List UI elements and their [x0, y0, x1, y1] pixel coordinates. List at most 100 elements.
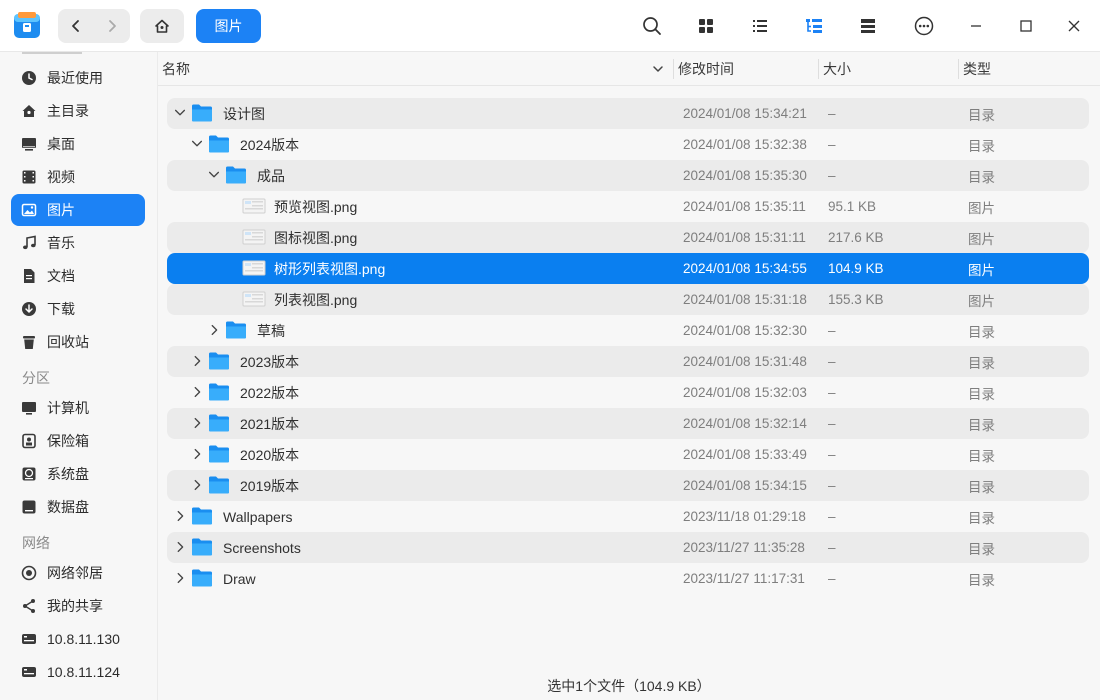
sidebar-item-label: 我的共享 — [47, 598, 103, 614]
file-type: 目录 — [968, 417, 995, 433]
tree-row-folder[interactable]: 2022版本 2024/01/08 15:32:03 – 目录 — [167, 377, 1089, 408]
sort-chevron-down-icon[interactable] — [652, 52, 664, 86]
tree-row-folder[interactable]: 成品 2024/01/08 15:35:30 – 目录 — [167, 160, 1089, 191]
file-modified-time: 2024/01/08 15:31:18 — [683, 292, 807, 307]
chevron-right-icon[interactable] — [189, 415, 205, 431]
sidebar-item-vault[interactable]: 保险箱 — [11, 425, 145, 457]
file-name: 2024版本 — [240, 136, 300, 153]
sidebar-item-system-disk[interactable]: 系统盘 — [11, 458, 145, 490]
forward-button[interactable] — [94, 9, 130, 43]
sidebar-item-label: 音乐 — [47, 235, 75, 251]
file-type: 目录 — [968, 510, 995, 526]
column-divider[interactable] — [818, 59, 819, 79]
file-size: – — [828, 416, 836, 431]
file-modified-time: 2023/11/27 11:35:28 — [683, 540, 805, 555]
detail-panel-button[interactable] — [852, 10, 884, 42]
chevron-right-icon[interactable] — [189, 353, 205, 369]
chevron-down-icon[interactable] — [206, 167, 222, 183]
home-button[interactable] — [140, 9, 184, 43]
network-neighborhood-icon — [21, 565, 37, 581]
file-modified-time: 2024/01/08 15:33:49 — [683, 447, 807, 462]
column-divider[interactable] — [673, 59, 674, 79]
column-header-modified[interactable]: 修改时间 — [678, 52, 734, 86]
file-size: 104.9 KB — [828, 261, 884, 276]
sidebar-item-music[interactable]: 音乐 — [11, 227, 145, 259]
sidebar-item-documents[interactable]: 文档 — [11, 260, 145, 292]
file-modified-time: 2024/01/08 15:34:15 — [683, 478, 807, 493]
column-divider[interactable] — [958, 59, 959, 79]
tree-row-file[interactable]: 图标视图.png 2024/01/08 15:31:11 217.6 KB 图片 — [167, 222, 1089, 253]
sidebar-item-network-drive-130[interactable]: 10.8.11.130 — [11, 623, 145, 655]
chevron-right-icon[interactable] — [189, 477, 205, 493]
chevron-right-icon[interactable] — [189, 446, 205, 462]
sidebar-item-trash[interactable]: 回收站 — [11, 326, 145, 358]
file-type: 图片 — [968, 293, 995, 309]
icon-view-button[interactable] — [690, 10, 722, 42]
tree-row-file[interactable]: 预览视图.png 2024/01/08 15:35:11 95.1 KB 图片 — [167, 191, 1089, 222]
column-header-name[interactable]: 名称 — [162, 52, 190, 86]
folder-icon — [208, 475, 230, 495]
tree-row-folder[interactable]: Wallpapers 2023/11/18 01:29:18 – 目录 — [167, 501, 1089, 532]
file-size: 155.3 KB — [828, 292, 884, 307]
file-name: 2021版本 — [240, 415, 300, 432]
chevron-right-icon[interactable] — [172, 508, 188, 524]
search-icon — [643, 17, 661, 35]
sidebar-item-network-neighborhood[interactable]: 网络邻居 — [11, 557, 145, 589]
breadcrumb-current[interactable]: 图片 — [196, 9, 261, 43]
tree-row-file[interactable]: 树形列表视图.png 2024/01/08 15:34:55 104.9 KB 图片 — [167, 253, 1089, 284]
tree-row-folder[interactable]: 2021版本 2024/01/08 15:32:14 – 目录 — [167, 408, 1089, 439]
sidebar-item-computer[interactable]: 计算机 — [11, 392, 145, 424]
tree-row-folder[interactable]: 2019版本 2024/01/08 15:34:15 – 目录 — [167, 470, 1089, 501]
sidebar-item-network-drive-124[interactable]: 10.8.11.124 — [11, 656, 145, 688]
sidebar-item-data-disk[interactable]: 数据盘 — [11, 491, 145, 523]
file-size: 217.6 KB — [828, 230, 884, 245]
sidebar-item-recent[interactable]: 最近使用 — [11, 62, 145, 94]
chevron-right-icon[interactable] — [172, 539, 188, 555]
close-button[interactable] — [1058, 10, 1090, 42]
folder-icon — [191, 568, 213, 588]
home-icon — [155, 19, 169, 33]
chevron-down-icon[interactable] — [189, 136, 205, 152]
minimize-button[interactable] — [960, 10, 992, 42]
list-view-button[interactable] — [744, 10, 776, 42]
tree-row-folder[interactable]: 2020版本 2024/01/08 15:33:49 – 目录 — [167, 439, 1089, 470]
tree-row-folder[interactable]: 草稿 2024/01/08 15:32:30 – 目录 — [167, 315, 1089, 346]
file-name: Draw — [223, 570, 256, 587]
chevron-down-icon[interactable] — [172, 105, 188, 121]
sidebar-item-my-shares[interactable]: 我的共享 — [11, 590, 145, 622]
column-header-type[interactable]: 类型 — [963, 52, 991, 86]
tree-row-file[interactable]: 列表视图.png 2024/01/08 15:31:18 155.3 KB 图片 — [167, 284, 1089, 315]
sidebar-item-home[interactable]: 主目录 — [11, 95, 145, 127]
status-bar: 选中1个文件（104.9 KB） — [547, 678, 711, 694]
more-options-button[interactable] — [908, 10, 940, 42]
sidebar-item-pictures[interactable]: 图片 — [11, 194, 145, 226]
column-header: 名称 修改时间 大小 类型 — [158, 52, 1100, 86]
chevron-right-icon[interactable] — [206, 322, 222, 338]
navigation-buttons — [58, 9, 130, 43]
file-size: – — [828, 106, 836, 121]
file-type: 目录 — [968, 386, 995, 402]
list-view-icon — [753, 20, 767, 32]
sidebar-item-downloads[interactable]: 下载 — [11, 293, 145, 325]
file-type: 目录 — [968, 138, 995, 154]
tree-view-button[interactable] — [798, 10, 830, 42]
column-header-size[interactable]: 大小 — [823, 52, 851, 86]
chevron-right-icon[interactable] — [172, 570, 188, 586]
sidebar-item-desktop[interactable]: 桌面 — [11, 128, 145, 160]
tree-row-folder[interactable]: Draw 2023/11/27 11:17:31 – 目录 — [167, 563, 1089, 594]
tree-row-folder[interactable]: Screenshots 2023/11/27 11:35:28 – 目录 — [167, 532, 1089, 563]
tree-row-folder[interactable]: 设计图 2024/01/08 15:34:21 – 目录 — [167, 98, 1089, 129]
sidebar-item-label: 10.8.11.130 — [47, 631, 120, 647]
network-drive-icon — [21, 631, 37, 647]
file-modified-time: 2024/01/08 15:31:11 — [683, 230, 806, 245]
tree-row-folder[interactable]: 2024版本 2024/01/08 15:32:38 – 目录 — [167, 129, 1089, 160]
folder-icon — [225, 165, 247, 185]
maximize-button[interactable] — [1010, 10, 1042, 42]
back-button[interactable] — [58, 9, 94, 43]
sidebar-item-videos[interactable]: 视频 — [11, 161, 145, 193]
tree-row-folder[interactable]: 2023版本 2024/01/08 15:31:48 – 目录 — [167, 346, 1089, 377]
chevron-right-icon[interactable] — [189, 384, 205, 400]
image-file-icon — [242, 196, 266, 216]
file-name: 2022版本 — [240, 384, 300, 401]
search-button[interactable] — [636, 10, 668, 42]
